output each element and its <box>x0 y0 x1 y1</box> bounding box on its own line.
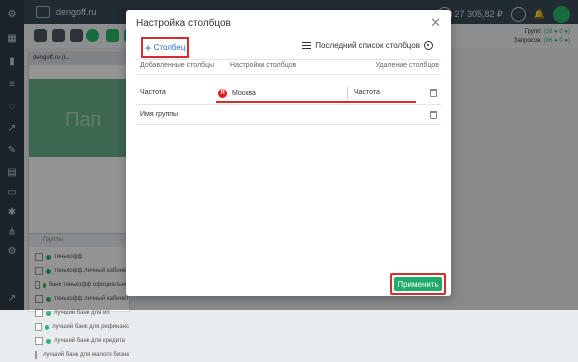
apply-button[interactable]: Применить <box>394 277 442 291</box>
region-input[interactable] <box>230 87 348 99</box>
yandex-icon: Я <box>218 89 227 98</box>
column-settings-dialog: Настройка столбцов ✕ + Столбец Последний… <box>126 10 451 296</box>
header-column-settings: Настройки столбцов <box>230 62 297 69</box>
checkbox[interactable] <box>35 323 42 331</box>
status-dot <box>44 324 50 330</box>
trash-icon[interactable] <box>430 89 437 97</box>
dialog-title: Настройка столбцов <box>136 18 231 29</box>
divider <box>136 124 441 125</box>
header-delete-columns: Удаление столбцов <box>375 62 439 69</box>
gear-icon[interactable] <box>424 41 433 50</box>
checkbox[interactable] <box>35 309 43 317</box>
divider <box>136 104 441 105</box>
checkbox[interactable] <box>35 351 37 359</box>
close-icon[interactable]: ✕ <box>430 15 441 31</box>
list-item[interactable]: лучший банк для малого бизнеса <box>29 348 129 362</box>
plus-icon: + <box>144 40 152 55</box>
list-item-label: лучший банк для малого бизнеса <box>43 352 129 358</box>
list-icon <box>302 42 312 49</box>
list-item-label: лучший банк для рефинанс <box>52 324 129 330</box>
column-row-label: Частота <box>140 89 166 96</box>
add-column-label: Столбец <box>153 43 186 52</box>
checkbox[interactable] <box>35 337 43 345</box>
list-item[interactable]: лучший банк для кредита <box>29 334 129 348</box>
list-item-label: лучший банк для кредита <box>54 338 126 344</box>
highlight-underline <box>216 101 416 103</box>
status-dot <box>46 338 51 344</box>
trash-icon[interactable] <box>430 111 437 119</box>
last-column-list-label: Последний список столбцов <box>315 41 420 50</box>
column-row-label: Имя группы <box>140 111 179 118</box>
divider <box>136 59 441 60</box>
status-dot <box>46 310 51 316</box>
header-added-columns: Добавленные столбцы <box>140 62 215 69</box>
apply-highlight: Применить <box>390 273 446 295</box>
add-column-button[interactable]: + Столбец <box>141 37 189 58</box>
list-item[interactable]: лучший банк для рефинанс <box>29 320 129 334</box>
last-column-list-button[interactable]: Последний список столбцов <box>302 41 433 50</box>
frequency-select[interactable]: Частота <box>352 87 416 99</box>
divider <box>136 74 441 75</box>
